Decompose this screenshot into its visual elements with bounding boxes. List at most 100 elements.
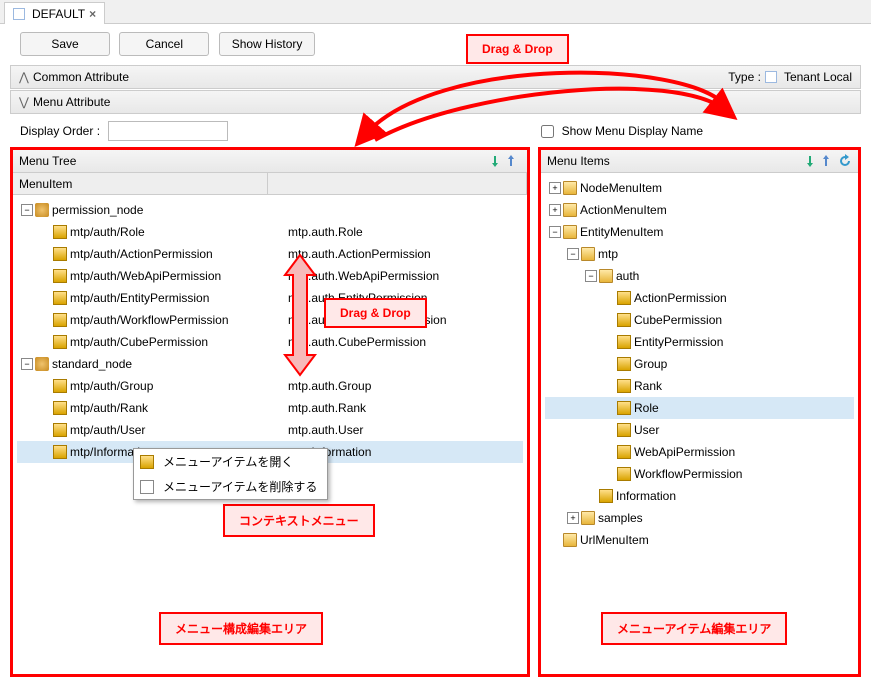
collapse-icon[interactable]: − xyxy=(585,270,597,282)
tree-row[interactable]: −permission_node xyxy=(17,199,523,221)
tree-row[interactable]: CubePermission xyxy=(545,309,854,331)
callout-left-area: メニュー構成編集エリア xyxy=(159,612,323,645)
box-icon xyxy=(617,379,631,393)
tree-row[interactable]: − auth xyxy=(545,265,854,287)
type-label: Type : xyxy=(728,70,761,84)
collapse-icon[interactable]: − xyxy=(567,248,579,260)
delete-icon xyxy=(140,480,154,494)
tree-row[interactable]: +NodeMenuItem xyxy=(545,177,854,199)
tree-row[interactable]: WorkflowPermission xyxy=(545,463,854,485)
box-icon xyxy=(599,489,613,503)
node-icon xyxy=(35,203,49,217)
tree-row[interactable]: ActionPermission xyxy=(545,287,854,309)
tree-row[interactable]: mtp/auth/WorkflowPermissionmtp.auth.Work… xyxy=(17,309,523,331)
menu-attribute-header[interactable]: ⋁ Menu Attribute xyxy=(10,90,861,114)
sort-desc-icon[interactable] xyxy=(806,154,820,168)
box-icon xyxy=(53,401,67,415)
menu-attribute-label: Menu Attribute xyxy=(33,95,110,109)
sort-desc-icon[interactable] xyxy=(491,154,505,168)
callout-dragdrop-mid: Drag & Drop xyxy=(324,298,427,328)
tree-row[interactable]: −EntityMenuItem xyxy=(545,221,854,243)
tree-row[interactable]: − mtp xyxy=(545,243,854,265)
sort-asc-icon[interactable] xyxy=(507,154,521,168)
box-icon xyxy=(53,379,67,393)
tree-row[interactable]: EntityPermission xyxy=(545,331,854,353)
tab-close-icon[interactable]: × xyxy=(89,7,96,21)
tree-row[interactable]: − standard_node xyxy=(17,353,523,375)
tree-label: WorkflowPermission xyxy=(634,467,742,481)
column-header-menuitem: MenuItem xyxy=(13,173,268,194)
box-icon xyxy=(53,423,67,437)
tree-row[interactable]: UrlMenuItem xyxy=(545,529,854,551)
tree-row[interactable]: mtp/auth/User mtp.auth.User xyxy=(17,419,523,441)
display-order-label: Display Order : xyxy=(20,124,100,138)
box-icon xyxy=(53,335,67,349)
tree-row[interactable]: Group xyxy=(545,353,854,375)
tree-label: mtp xyxy=(598,247,618,261)
box-icon xyxy=(617,357,631,371)
expand-icon[interactable]: + xyxy=(549,204,561,216)
tree-row[interactable]: Information xyxy=(545,485,854,507)
cancel-button[interactable]: Cancel xyxy=(119,32,209,56)
collapse-icon[interactable]: − xyxy=(21,358,33,370)
common-attribute-header[interactable]: ⋀ Common Attribute Type : Tenant Local xyxy=(10,65,861,89)
box-icon xyxy=(617,401,631,415)
show-menu-display-name-checkbox[interactable] xyxy=(541,125,554,138)
tree-row[interactable]: WebApiPermission xyxy=(545,441,854,463)
context-menu-open[interactable]: メニューアイテムを開く xyxy=(134,449,327,474)
tree-row[interactable]: mtp/auth/EntityPermissionmtp.auth.Entity… xyxy=(17,287,523,309)
tree-label-secondary: mtp.auth.User xyxy=(288,423,363,437)
tree-label-secondary: mtp.auth.Role xyxy=(288,225,363,239)
expand-icon[interactable]: + xyxy=(549,182,561,194)
refresh-icon[interactable] xyxy=(838,154,852,168)
tree-label: standard_node xyxy=(52,357,132,371)
tree-row[interactable]: mtp/auth/Rankmtp.auth.Rank xyxy=(17,397,523,419)
tree-row[interactable]: mtp/auth/CubePermissionmtp.auth.CubePerm… xyxy=(17,331,523,353)
context-menu-delete[interactable]: メニューアイテムを削除する xyxy=(134,474,327,499)
tree-label-secondary: mtp.auth.Rank xyxy=(288,401,366,415)
tree-label: ActionPermission xyxy=(634,291,727,305)
folder-icon xyxy=(563,225,577,239)
menu-items-tree[interactable]: +NodeMenuItem+ActionMenuItem−EntityMenuI… xyxy=(541,173,858,555)
tree-label: auth xyxy=(616,269,639,283)
collapse-icon[interactable]: − xyxy=(549,226,561,238)
expand-icon[interactable]: + xyxy=(567,512,579,524)
tree-label: samples xyxy=(598,511,643,525)
display-order-input[interactable] xyxy=(108,121,228,141)
show-history-button[interactable]: Show History xyxy=(219,32,316,56)
show-menu-display-name-label: Show Menu Display Name xyxy=(562,124,703,138)
box-icon xyxy=(617,445,631,459)
menu-items-title: Menu Items xyxy=(547,154,610,168)
tree-label: mtp/auth/Role xyxy=(70,225,145,239)
tree-row[interactable]: mtp/auth/ActionPermissionmtp.auth.Action… xyxy=(17,243,523,265)
page-icon xyxy=(13,8,25,20)
toolbar: Save Cancel Show History xyxy=(0,24,871,64)
folder-icon xyxy=(581,247,595,261)
tree-label: mtp/auth/Group xyxy=(70,379,153,393)
menu-tree-title: Menu Tree xyxy=(19,154,76,168)
menu-items-panel: Menu Items +NodeMenuItem+ActionMenuItem−… xyxy=(538,147,861,677)
collapse-icon[interactable]: − xyxy=(21,204,33,216)
folder-icon xyxy=(563,203,577,217)
tree-row[interactable]: Role xyxy=(545,397,854,419)
tree-row[interactable]: Rank xyxy=(545,375,854,397)
menu-tree[interactable]: −permission_node mtp/auth/Role mtp.auth.Ro… xyxy=(13,195,527,467)
tree-row[interactable]: +ActionMenuItem xyxy=(545,199,854,221)
chevron-down-icon: ⋁ xyxy=(19,95,29,109)
tree-row[interactable]: mtp/auth/WebApiPermissionmtp.auth.WebApi… xyxy=(17,265,523,287)
folder-icon xyxy=(563,533,577,547)
tree-row[interactable]: User xyxy=(545,419,854,441)
box-icon xyxy=(617,467,631,481)
tree-label: WebApiPermission xyxy=(634,445,735,459)
tree-label: mtp/auth/User xyxy=(70,423,145,437)
tree-row[interactable]: mtp/auth/Groupmtp.auth.Group xyxy=(17,375,523,397)
tab-default[interactable]: DEFAULT × xyxy=(4,2,105,24)
tree-label: Rank xyxy=(634,379,662,393)
box-icon xyxy=(140,455,154,469)
tree-row[interactable]: mtp/auth/Role mtp.auth.Role xyxy=(17,221,523,243)
folder-icon xyxy=(581,511,595,525)
tree-label: EntityPermission xyxy=(634,335,723,349)
sort-asc-icon[interactable] xyxy=(822,154,836,168)
save-button[interactable]: Save xyxy=(20,32,110,56)
tree-row[interactable]: + samples xyxy=(545,507,854,529)
